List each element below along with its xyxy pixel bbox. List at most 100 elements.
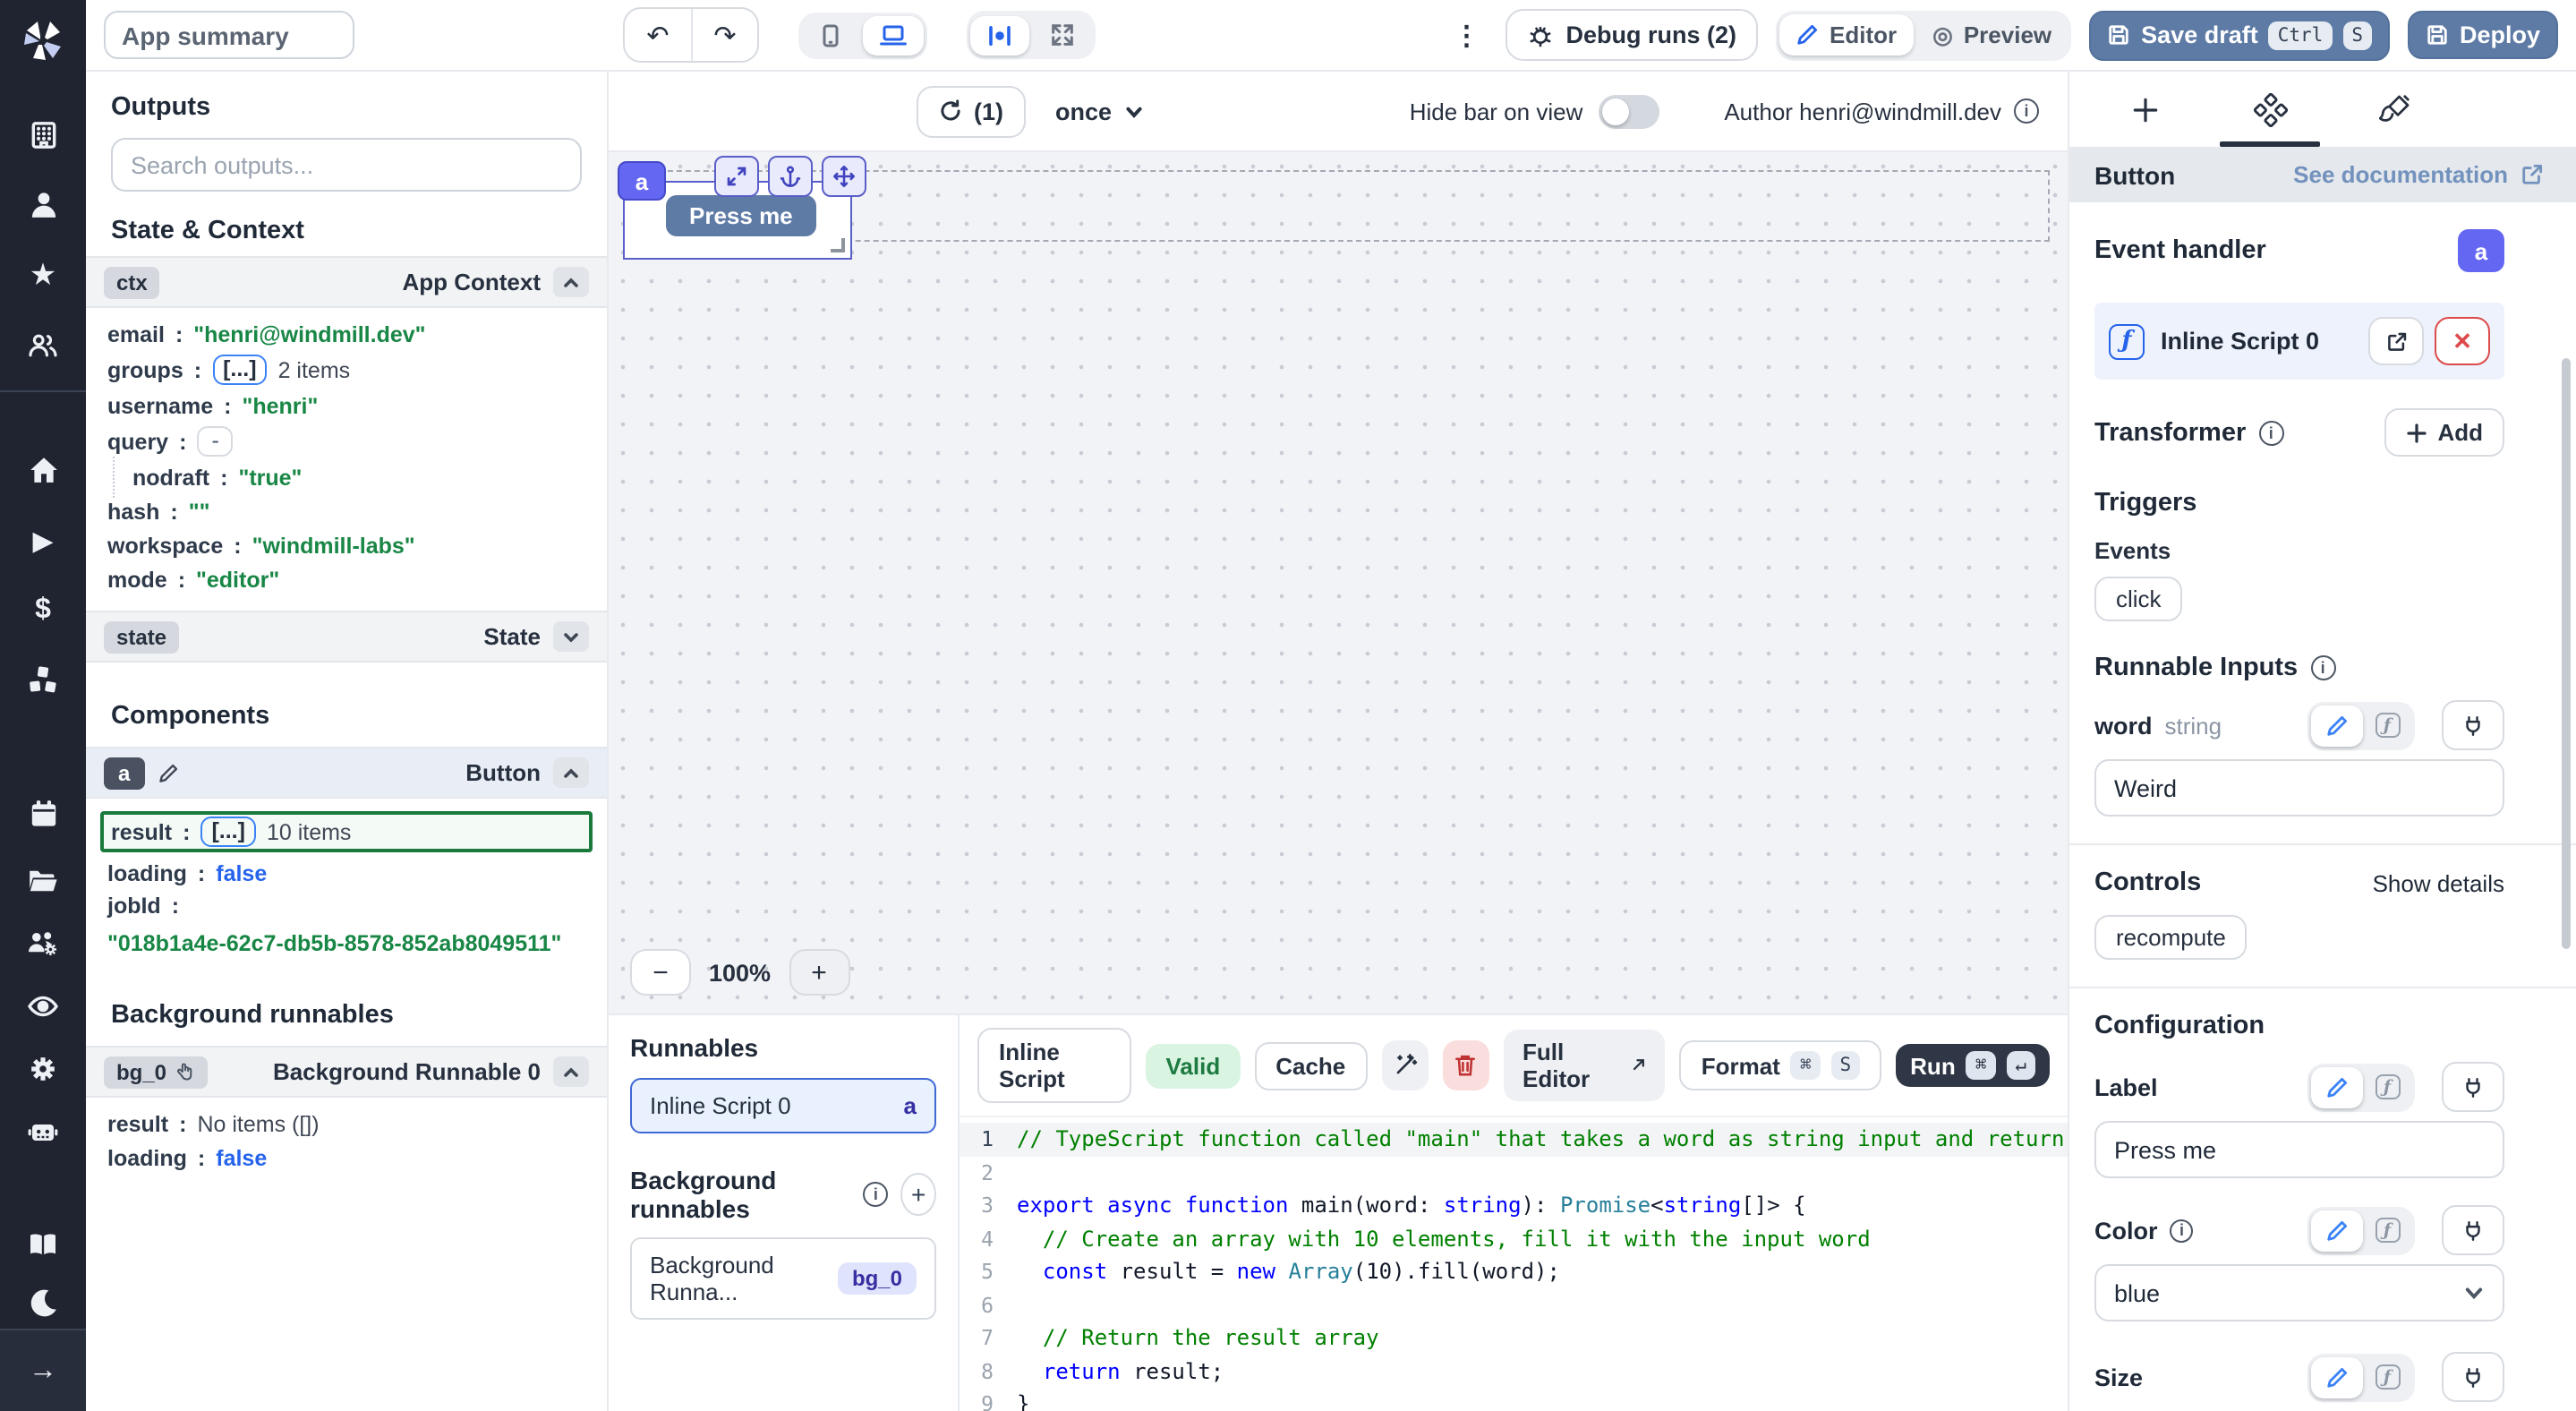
static-mode-button[interactable]	[2311, 1356, 2363, 1398]
state-section-header[interactable]: state State	[86, 611, 607, 663]
connect-plug-button[interactable]	[2442, 1205, 2504, 1255]
static-mode-button[interactable]	[2311, 1210, 2363, 1251]
show-details-link[interactable]: Show details	[2373, 869, 2504, 896]
chevron-up-icon[interactable]	[553, 267, 589, 297]
connect-plug-button[interactable]	[2442, 1062, 2504, 1112]
expand-value-badge[interactable]: [...]	[200, 817, 256, 847]
chevron-up-icon[interactable]	[553, 757, 589, 788]
remove-script-button[interactable]: ✕	[2435, 317, 2490, 365]
see-documentation-link[interactable]: See documentation	[2293, 161, 2551, 188]
workspace-icon[interactable]	[0, 100, 86, 170]
rename-pencil-icon[interactable]	[157, 762, 178, 783]
app-canvas[interactable]: Press me a	[609, 150, 2068, 1013]
desktop-view-button[interactable]	[863, 15, 924, 55]
settings-gear-icon[interactable]	[0, 1037, 86, 1099]
open-script-button[interactable]	[2368, 317, 2424, 365]
docs-book-icon[interactable]	[0, 1212, 86, 1275]
run-button[interactable]: Run ⌘ ↵	[1896, 1044, 2050, 1087]
dark-mode-moon-icon[interactable]	[0, 1275, 86, 1329]
delete-script-button[interactable]	[1442, 1040, 1488, 1090]
eval-mode-button[interactable]: ƒ	[2363, 1066, 2411, 1107]
center-layout-button[interactable]	[970, 15, 1029, 55]
more-menu-kebab-icon[interactable]: ⋮	[1446, 19, 1488, 51]
mobile-view-button[interactable]	[802, 15, 859, 55]
language-button[interactable]: Inline Script	[977, 1028, 1132, 1103]
color-select[interactable]: blue	[2094, 1264, 2504, 1321]
folders-icon[interactable]	[0, 849, 86, 911]
collapse-sidebar-arrow-icon[interactable]: →	[0, 1329, 86, 1411]
runnable-bg-0[interactable]: Background Runna... bg_0	[630, 1237, 936, 1320]
info-icon[interactable]: i	[2310, 655, 2335, 680]
info-icon[interactable]: i	[2014, 98, 2039, 124]
chevron-up-icon[interactable]	[553, 1056, 589, 1087]
windmill-logo[interactable]	[0, 0, 86, 82]
tab-component-settings[interactable]	[2220, 72, 2320, 147]
app-summary-input[interactable]	[104, 11, 354, 59]
static-mode-button[interactable]	[2311, 1066, 2363, 1107]
save-draft-button[interactable]: Save draft Ctrl S	[2089, 10, 2390, 60]
recompute-chip[interactable]: recompute	[2094, 915, 2248, 960]
resize-handle-icon[interactable]	[831, 238, 845, 252]
click-event-chip[interactable]: click	[2094, 577, 2183, 621]
expand-value-badge[interactable]: [...]	[212, 355, 268, 385]
refresh-button[interactable]: (1)	[917, 85, 1025, 137]
redo-button[interactable]: ↷	[691, 9, 757, 61]
schedule-mode-dropdown[interactable]: once	[1055, 98, 1144, 124]
user-icon[interactable]	[0, 170, 86, 240]
eval-mode-button[interactable]: ƒ	[2363, 705, 2411, 746]
code-editor[interactable]: 1// TypeScript function called "main" th…	[960, 1116, 2068, 1411]
info-icon[interactable]: i	[2171, 1219, 2194, 1242]
eval-mode-button[interactable]: ƒ	[2363, 1356, 2411, 1398]
search-outputs-input[interactable]	[111, 138, 582, 192]
add-background-runnable-button[interactable]: +	[900, 1173, 936, 1216]
resources-cubes-icon[interactable]	[0, 645, 86, 714]
chevron-down-icon[interactable]	[553, 621, 589, 652]
ctx-section-header[interactable]: ctx App Context	[86, 256, 607, 308]
info-icon[interactable]: i	[863, 1182, 888, 1207]
ai-wand-button[interactable]	[1381, 1040, 1428, 1090]
editor-tab[interactable]: Editor	[1779, 14, 1913, 56]
expand-component-button[interactable]	[714, 156, 759, 197]
debug-runs-button[interactable]: Debug runs (2)	[1506, 9, 1759, 61]
add-transformer-button[interactable]: Add	[2384, 408, 2504, 457]
word-input[interactable]	[2094, 759, 2504, 817]
audit-eye-icon[interactable]	[0, 974, 86, 1037]
fullscreen-layout-button[interactable]	[1033, 14, 1092, 56]
zoom-in-button[interactable]: +	[789, 949, 849, 996]
tab-styling[interactable]	[2345, 72, 2445, 147]
home-icon[interactable]	[0, 435, 86, 505]
component-id-badge[interactable]: a	[618, 161, 666, 201]
move-component-button[interactable]	[822, 156, 866, 197]
favorites-star-icon[interactable]: ★	[0, 240, 86, 310]
info-icon[interactable]: i	[2258, 420, 2283, 445]
inline-script-row[interactable]: ƒ Inline Script 0 ✕	[2094, 303, 2504, 380]
connect-plug-button[interactable]	[2442, 1352, 2504, 1402]
button-component-header[interactable]: a Button	[86, 747, 607, 799]
press-me-button[interactable]: Press me	[666, 195, 816, 236]
format-button[interactable]: Format ⌘ S	[1680, 1040, 1881, 1090]
expand-value-badge[interactable]: -	[197, 426, 233, 457]
anchor-component-button[interactable]	[768, 156, 813, 197]
cache-button[interactable]: Cache	[1254, 1041, 1367, 1090]
connect-plug-button[interactable]	[2442, 700, 2504, 750]
panel-scrollbar[interactable]	[2562, 358, 2571, 949]
hide-bar-toggle[interactable]	[1599, 94, 1659, 128]
label-input[interactable]	[2094, 1121, 2504, 1178]
runs-play-icon[interactable]: ▶	[0, 505, 86, 575]
preview-tab[interactable]: ◎ Preview	[1916, 13, 2068, 56]
undo-button[interactable]: ↶	[625, 9, 691, 61]
bg0-section-header[interactable]: bg_0 Background Runnable 0	[86, 1046, 607, 1098]
ai-robot-icon[interactable]	[0, 1099, 86, 1162]
static-mode-button[interactable]	[2311, 705, 2363, 746]
schedules-calendar-icon[interactable]	[0, 779, 86, 849]
zoom-out-button[interactable]: −	[630, 949, 691, 996]
tab-insert-component[interactable]	[2094, 72, 2195, 147]
workers-users-gear-icon[interactable]	[0, 911, 86, 974]
variables-dollar-icon[interactable]: $	[0, 575, 86, 645]
eval-mode-button[interactable]: ƒ	[2363, 1210, 2411, 1251]
groups-icon[interactable]	[0, 310, 86, 380]
external-link-icon	[2521, 163, 2544, 186]
deploy-button[interactable]: Deploy	[2408, 11, 2558, 59]
runnable-inline-script-0[interactable]: Inline Script 0 a	[630, 1078, 936, 1133]
full-editor-button[interactable]: Full Editor	[1503, 1030, 1666, 1101]
